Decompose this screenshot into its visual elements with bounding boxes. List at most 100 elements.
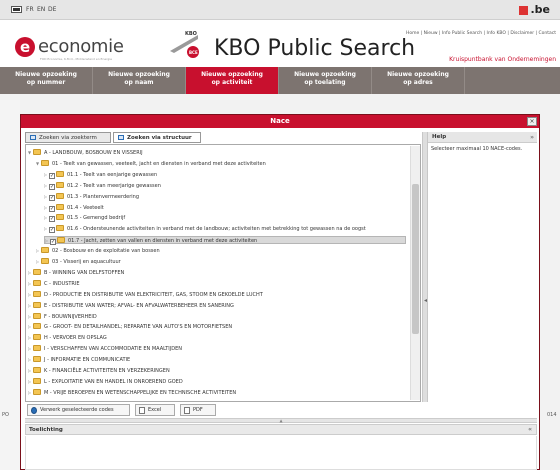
tree-node-label: D - PRODUCTIE EN DISTRIBUTIE VAN ELEKTRI…: [44, 291, 263, 298]
node-checkbox[interactable]: ✓: [49, 172, 55, 179]
collapse-arrow-icon[interactable]: ◂: [424, 297, 427, 304]
scrollbar-thumb[interactable]: [412, 184, 419, 334]
folder-icon: [56, 203, 64, 210]
folder-icon: [33, 356, 41, 363]
belgium-logo[interactable]: .be: [519, 3, 550, 16]
explanation-body: [25, 436, 537, 470]
tree-node[interactable]: ▷ 03 - Visserij en aquacultuur: [36, 258, 121, 266]
lang-de[interactable]: DE: [48, 6, 56, 13]
lang-fr[interactable]: FR: [26, 6, 34, 13]
nav-label-line1: Nieuwe opzoeking: [201, 71, 263, 78]
dialog-title: Nace: [21, 115, 539, 128]
help-panel: Help » Selecteer maximaal 10 NACE-codes.: [428, 132, 537, 402]
tree-node-label: 01.3 - Plantenvermeerdering: [67, 193, 139, 200]
node-checkbox[interactable]: ✓: [49, 183, 55, 190]
economie-logo-icon[interactable]: [15, 37, 35, 57]
apply-selected-codes-button[interactable]: Verwerk geselecteerde codes: [27, 404, 130, 416]
tree-node[interactable]: ▷ 02 - Bosbouw en de exploitatie van boss…: [36, 247, 160, 255]
window-icon: [30, 135, 36, 140]
node-checkbox[interactable]: ✓: [49, 227, 55, 234]
close-icon[interactable]: ×: [527, 117, 537, 126]
button-label: Excel: [148, 407, 162, 413]
help-text: Selecteer maximaal 10 NACE-codes.: [431, 146, 523, 152]
tree-scrollbar[interactable]: [410, 146, 420, 400]
help-collapse-icon[interactable]: »: [530, 132, 534, 143]
tree-node[interactable]: ▼ A - LANDBOUW, BOSBOUW EN VISSERIJ: [28, 149, 143, 157]
top-links[interactable]: Home | Nieuw | Info Public Search | Info…: [406, 31, 556, 36]
tab-label: Zoeken via structuur: [127, 135, 192, 141]
pdf-button[interactable]: PDF: [180, 404, 216, 416]
tree-node-label: H - VERVOER EN OPSLAG: [44, 335, 107, 342]
tree-node[interactable]: ▷ ✓ 01.7 - Jacht, zetten van vallen en die…: [44, 236, 406, 246]
tree-node-label: M - VRIJE BEROEPEN EN WETENSCHAPPELIJKE …: [44, 389, 237, 396]
tree-node[interactable]: ▷ D - PRODUCTIE EN DISTRIBUTIE VAN ELEKTR…: [28, 290, 263, 299]
tree-node[interactable]: ▷ B - WINNING VAN DELFSTOFFEN: [28, 268, 124, 277]
be-logo-icon: [519, 5, 529, 15]
nace-dialog: Nace × Zoeken via zoekterm Zoeken via st…: [20, 114, 540, 470]
tree-node-label: E - DISTRIBUTIE VAN WATER; AFVAL- EN AFV…: [44, 302, 234, 309]
nav-label-line2: op adres: [403, 79, 433, 86]
tree-node[interactable]: ▷ K - FINANCIËLE ACTIVITEITEN EN VERZEKER…: [28, 367, 170, 375]
nav-search-number[interactable]: Nieuwe opzoeking op nummer: [0, 67, 93, 94]
tree-node[interactable]: ▼ 01 - Teelt van gewassen, veeteelt, jach…: [36, 159, 266, 168]
nav-label-line2: op activiteit: [211, 79, 253, 86]
tab-search-structure[interactable]: Zoeken via structuur: [113, 132, 201, 143]
folder-icon: [33, 367, 41, 373]
node-checkbox[interactable]: ✓: [49, 194, 55, 201]
tree-node[interactable]: ▷ E - DISTRIBUTIE VAN WATER; AFVAL- EN AF…: [28, 301, 234, 310]
tree-node[interactable]: ▷ M - VRIJE BEROEPEN EN WETENSCHAPPELIJKE…: [28, 388, 237, 397]
tree-node[interactable]: ▷ ✓ 01.3 - Plantenvermeerdering: [44, 192, 139, 201]
tree-node[interactable]: ▷ J - INFORMATIE EN COMMUNICATIE: [28, 356, 130, 364]
explanation-collapse-icon[interactable]: «: [528, 425, 532, 435]
kbo-mark-top: KBO: [185, 31, 197, 37]
apply-icon: [31, 407, 37, 414]
node-checkbox[interactable]: ✓: [49, 216, 55, 223]
nav-search-activity[interactable]: Nieuwe opzoeking op activiteit: [186, 67, 279, 94]
folder-icon: [33, 323, 41, 330]
tree-node-label: 01.6 - Ondersteunende activiteiten in ve…: [67, 226, 366, 233]
button-label: PDF: [193, 407, 203, 413]
folder-icon: [33, 279, 41, 286]
folder-icon: [33, 149, 41, 155]
economie-brand[interactable]: economie: [38, 36, 124, 57]
tree-node[interactable]: ▷ ✓ 01.2 - Teelt van meerjarige gewassen: [44, 181, 161, 190]
explanation-header: Toelichting «: [25, 424, 537, 435]
main-nav: Nieuwe opzoeking op nummer Nieuwe opzoeki…: [0, 67, 560, 94]
folder-icon: [33, 312, 41, 319]
nav-search-name[interactable]: Nieuwe opzoeking op naam: [93, 67, 186, 94]
language-bar: FR EN DE .be: [0, 0, 560, 20]
tree-node[interactable]: ▷ ✓ 01.6 - Ondersteunende activiteiten in …: [44, 225, 366, 234]
node-checkbox[interactable]: ✓: [50, 239, 56, 246]
button-label: Verwerk geselecteerde codes: [40, 407, 114, 413]
folder-icon: [41, 247, 49, 254]
folder-icon: [33, 345, 41, 352]
node-checkbox[interactable]: ✓: [49, 205, 55, 212]
folder-icon: [56, 225, 64, 232]
tree-node[interactable]: ▷ F - BOUWNIJVERHEID: [28, 312, 97, 321]
folder-icon: [33, 377, 41, 384]
be-logo-text: .be: [530, 3, 550, 16]
folder-icon: [33, 334, 41, 341]
economie-subtitle: FOD Economie, K.M.O., Middenstand en Ene…: [40, 57, 112, 61]
tree-node[interactable]: ▷ G - GROOT- EN DETAILHANDEL; REPARATIE V…: [28, 323, 232, 331]
folder-icon: [56, 214, 64, 221]
background-text-left: PO: [2, 412, 9, 418]
tree-node[interactable]: ▷ I - VERSCHAFFEN VAN ACCOMMODATIE EN MAA…: [28, 345, 182, 353]
excel-button[interactable]: Excel: [135, 404, 175, 416]
nav-search-address[interactable]: Nieuwe opzoeking op adres: [372, 67, 465, 94]
tree-node[interactable]: ▷ L - EXPLOITATIE VAN EN HANDEL IN ONROER…: [28, 377, 183, 386]
horizontal-splitter[interactable]: ▲: [25, 418, 537, 423]
folder-icon: [56, 192, 64, 199]
tree-node-label: G - GROOT- EN DETAILHANDEL; REPARATIE VA…: [44, 324, 233, 331]
tree-node[interactable]: ▷ ✓ 01.4 - Veeteelt: [44, 203, 104, 212]
nav-search-permit[interactable]: Nieuwe opzoeking op toelating: [279, 67, 372, 94]
kbo-emblem-icon: KBO BCE: [170, 31, 199, 58]
tree-node[interactable]: ▷ ✓ 01.5 - Gemengd bedrijf: [44, 214, 125, 223]
tab-search-term[interactable]: Zoeken via zoekterm: [25, 132, 111, 143]
lang-en[interactable]: EN: [37, 6, 45, 13]
action-bar: Verwerk geselecteerde codes Excel PDF: [25, 403, 421, 417]
tree-node-label: A - LANDBOUW, BOSBOUW EN VISSERIJ: [44, 150, 143, 156]
tree-node[interactable]: ▷ ✓ 01.1 - Teelt van eenjarige gewassen: [44, 170, 157, 179]
tree-node[interactable]: ▷ C - INDUSTRIE: [28, 279, 80, 288]
tree-node[interactable]: ▷ H - VERVOER EN OPSLAG: [28, 334, 107, 342]
